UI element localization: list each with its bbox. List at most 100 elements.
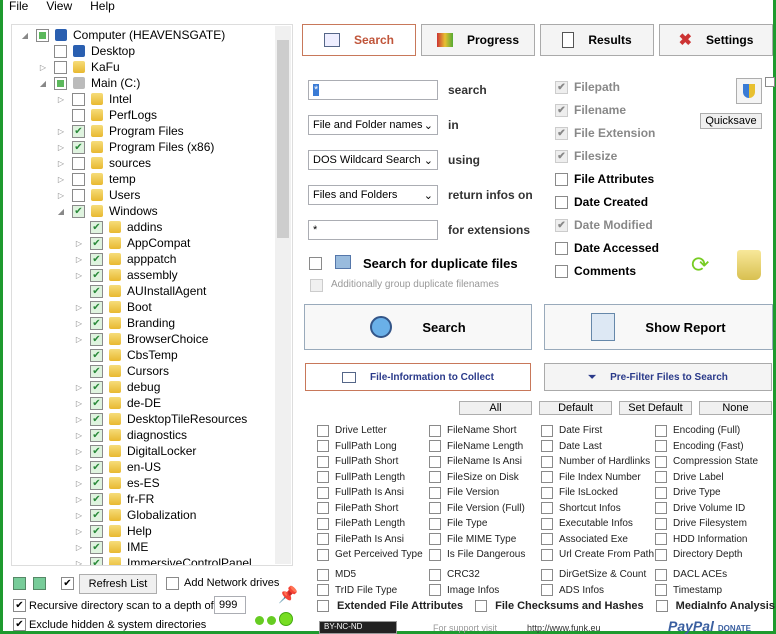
reset-icon[interactable]: ⟳ — [691, 252, 709, 278]
tree-checkbox[interactable]: ✔ — [90, 236, 103, 250]
group-duplicates-checkbox[interactable] — [310, 279, 323, 292]
field-item[interactable]: Drive Label — [655, 471, 775, 484]
field-item[interactable]: Drive Filesystem — [655, 517, 775, 530]
field-item[interactable]: File MIME Type — [429, 533, 541, 546]
expanded-arrow-icon[interactable]: ◢ — [20, 31, 30, 40]
option-date-accessed[interactable]: Date Accessed — [555, 241, 659, 255]
tab-search[interactable]: Search — [302, 24, 416, 56]
field-item[interactable]: Get Perceived Type — [317, 548, 429, 561]
tab-results[interactable]: Results — [540, 24, 654, 56]
collapsed-arrow-icon[interactable]: ▷ — [74, 463, 84, 472]
collapsed-arrow-icon[interactable]: ▷ — [74, 319, 84, 328]
tree-item[interactable]: ▷ temp — [56, 171, 136, 187]
tree-checkbox[interactable]: ✔ — [90, 412, 103, 426]
tree-checkbox[interactable]: ✔ — [90, 460, 103, 474]
tree-checkbox[interactable]: ✔ — [90, 332, 103, 346]
collapsed-arrow-icon[interactable]: ▷ — [74, 303, 84, 312]
collapse-all-icon[interactable] — [13, 577, 26, 590]
option-file-extension[interactable]: ✔ File Extension — [555, 126, 655, 140]
menu-view[interactable]: View — [46, 0, 72, 14]
collapsed-arrow-icon[interactable]: ▷ — [74, 271, 84, 280]
select-all-button[interactable]: All — [459, 401, 532, 415]
field-item[interactable]: File Version — [429, 486, 541, 499]
field-checkbox[interactable] — [317, 424, 329, 437]
field-checkbox[interactable] — [541, 568, 553, 581]
tree-checkbox[interactable]: ✔ — [90, 268, 103, 282]
option-checkbox[interactable]: ✔ — [555, 80, 568, 94]
field-checkbox[interactable] — [429, 471, 441, 483]
tree-item[interactable]: ▷ ✔ Boot — [74, 299, 152, 315]
search-method-select[interactable]: DOS Wildcard Search ⌄ — [308, 150, 438, 170]
search-input[interactable]: * — [308, 80, 438, 100]
collapsed-arrow-icon[interactable]: ▷ — [74, 399, 84, 408]
collapsed-arrow-icon[interactable]: ▷ — [74, 335, 84, 344]
field-item[interactable]: Date Last — [541, 440, 655, 453]
option-file-attributes[interactable]: File Attributes — [555, 172, 654, 186]
depth-input[interactable]: 999 — [214, 596, 246, 614]
option-date-created[interactable]: Date Created — [555, 195, 648, 209]
menu-file[interactable]: File — [9, 0, 28, 14]
option-filename[interactable]: ✔ Filename — [555, 103, 626, 117]
tree-checkbox[interactable]: ✔ — [72, 204, 85, 218]
menu-help[interactable]: Help — [90, 0, 115, 14]
tree-item[interactable]: ▷ ✔ Globalization — [74, 507, 196, 523]
tree-item[interactable]: ✔ addins — [74, 219, 162, 235]
field-checkbox[interactable] — [541, 424, 553, 437]
field-checkbox[interactable] — [429, 533, 441, 545]
tree-item[interactable]: ▷ ✔ BrowserChoice — [74, 331, 208, 347]
field-item[interactable]: Date First — [541, 424, 655, 437]
tree-checkbox[interactable]: ✔ — [90, 316, 103, 330]
extended-option[interactable]: File Checksums and Hashes — [475, 599, 644, 612]
field-checkbox[interactable] — [655, 517, 667, 530]
search-in-select[interactable]: File and Folder names ⌄ — [308, 115, 438, 135]
field-item[interactable]: Executable Infos — [541, 517, 655, 530]
prefilter-tab[interactable]: ⏷ Pre-Filter Files to Search — [544, 363, 772, 391]
tree-scroll-thumb[interactable] — [277, 40, 289, 238]
field-item[interactable]: FullPath Long — [317, 440, 429, 453]
field-item[interactable]: Image Infos — [429, 584, 541, 597]
field-item[interactable]: FileName Short — [429, 424, 541, 437]
tree-item[interactable]: ◢ Computer (HEAVENSGATE) — [20, 27, 225, 43]
collapsed-arrow-icon[interactable]: ▷ — [56, 95, 66, 104]
tree-checkbox[interactable]: ✔ — [90, 364, 103, 378]
field-checkbox[interactable] — [317, 533, 329, 545]
tab-settings[interactable]: ✖ Settings — [659, 24, 773, 56]
tree-checkbox[interactable] — [36, 28, 49, 42]
field-item[interactable]: FileName Length — [429, 440, 541, 453]
tree-item[interactable]: ▷ Intel — [56, 91, 132, 107]
field-checkbox[interactable] — [541, 517, 553, 530]
collapsed-arrow-icon[interactable]: ▷ — [38, 63, 48, 72]
collapsed-arrow-icon[interactable]: ▷ — [74, 239, 84, 248]
field-item[interactable]: Encoding (Fast) — [655, 440, 775, 453]
tree-item[interactable]: ▷ ✔ es-ES — [74, 475, 160, 491]
tree-checkbox[interactable]: ✔ — [90, 252, 103, 266]
tree-checkbox[interactable] — [72, 108, 85, 122]
option-filesize[interactable]: ✔ Filesize — [555, 149, 617, 163]
tree-item[interactable]: ✔ AUInstallAgent — [74, 283, 206, 299]
tree-item[interactable]: ▷ ✔ IME — [74, 539, 148, 555]
field-checkbox[interactable] — [541, 455, 553, 468]
tree-checkbox[interactable]: ✔ — [90, 220, 103, 234]
collapsed-arrow-icon[interactable]: ▷ — [74, 495, 84, 504]
tree-checkbox[interactable]: ✔ — [72, 140, 85, 154]
field-checkbox[interactable] — [541, 440, 553, 452]
collapsed-arrow-icon[interactable]: ▷ — [74, 431, 84, 440]
field-item[interactable]: TrID File Type — [317, 584, 429, 597]
tree-checkbox[interactable] — [54, 76, 67, 90]
exclude-hidden-checkbox[interactable]: ✔ — [13, 618, 26, 631]
tree-item[interactable]: Desktop — [38, 43, 135, 59]
field-checkbox[interactable] — [317, 440, 329, 452]
tree-checkbox[interactable] — [72, 172, 85, 186]
pin-icon[interactable]: 📌 — [278, 585, 298, 605]
field-item[interactable]: DirGetSize & Count — [541, 568, 655, 581]
tree-item[interactable]: ▷ ✔ AppCompat — [74, 235, 190, 251]
option-checkbox[interactable]: ✔ — [555, 149, 568, 163]
option-filepath[interactable]: ✔ Filepath — [555, 80, 620, 94]
topmost-checkbox[interactable] — [765, 77, 775, 87]
option-checkbox[interactable]: ✔ — [555, 103, 568, 117]
field-checkbox[interactable] — [429, 584, 441, 596]
option-comments[interactable]: Comments — [555, 264, 636, 278]
field-item[interactable]: DACL ACEs — [655, 568, 775, 581]
refresh-list-button[interactable]: Refresh List — [79, 574, 157, 594]
extensions-input[interactable]: * — [308, 220, 438, 240]
